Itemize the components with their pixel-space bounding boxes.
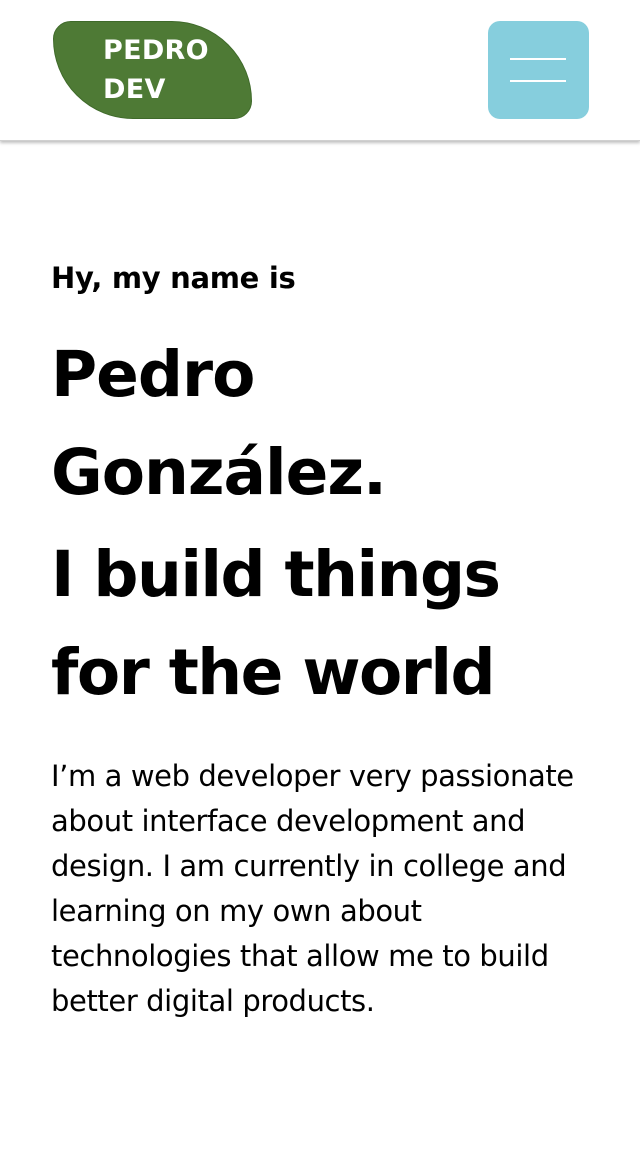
menu-icon-bar-top: [510, 58, 566, 60]
menu-button[interactable]: [488, 21, 589, 119]
logo-line-2: DEV: [103, 74, 166, 105]
tagline-line-2: for the world: [51, 636, 496, 709]
hero-name: Pedro González.: [51, 326, 611, 522]
hero-tagline: I build things for the world: [51, 526, 611, 722]
intro-paragraph: I’m a web developer very passionate abou…: [51, 759, 574, 1018]
site-header: PEDRO DEV: [0, 0, 640, 141]
logo-text: PEDRO DEV: [103, 31, 209, 109]
logo-line-1: PEDRO: [103, 35, 209, 66]
menu-icon-bar-bottom: [510, 80, 566, 82]
hero-section: Hy, my name is Pedro González. I build t…: [51, 258, 611, 1024]
name-line-2: González.: [51, 436, 387, 509]
greeting-text: Hy, my name is: [51, 261, 296, 295]
tagline-line-1: I build things: [51, 538, 501, 611]
name-line-1: Pedro: [51, 338, 255, 411]
hamburger-menu-icon: [510, 58, 566, 82]
site-logo[interactable]: PEDRO DEV: [53, 21, 252, 119]
